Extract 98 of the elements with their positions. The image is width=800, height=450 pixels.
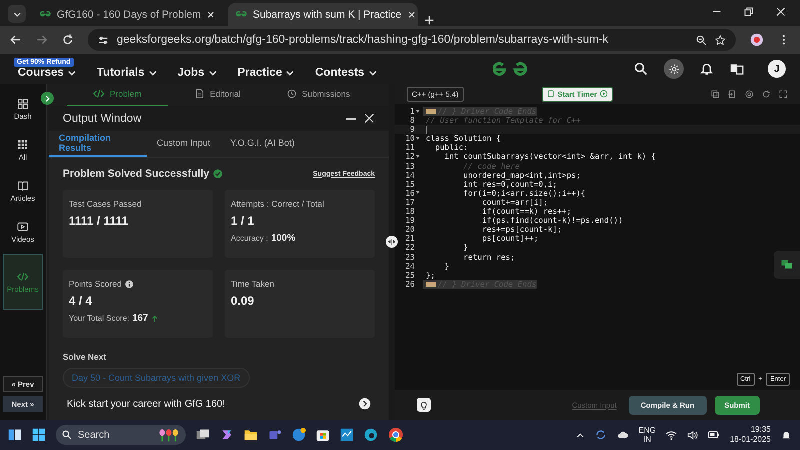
promo-text: Kick start your career with GfG 160!	[67, 398, 226, 410]
browser-tab[interactable]: Subarrays with sum K | Practice	[228, 3, 418, 26]
address-bar[interactable]: geeksforgeeks.org/batch/gfg-160-problems/track/hashing-gfg-160/problem/subarrays-with-sum-k	[88, 29, 736, 51]
section-heading: Solve Next	[62, 351, 108, 364]
restore-icon	[744, 6, 754, 16]
note-label: Accuracy :	[231, 234, 268, 243]
volume-icon	[687, 430, 698, 440]
output-tab[interactable]: Compilation Results	[49, 131, 147, 157]
start-icon	[32, 428, 46, 442]
card-value: 1111 / 1111	[69, 214, 130, 228]
card-label: Attempts : Correct / Total	[231, 199, 324, 209]
translate-icon	[730, 62, 744, 76]
close-icon	[776, 6, 786, 16]
code-icon	[17, 270, 29, 282]
folder-icon	[244, 428, 258, 442]
chat-icon	[781, 259, 793, 271]
import-icon	[728, 90, 737, 98]
close-icon	[364, 113, 375, 124]
lightbulb-icon	[419, 400, 429, 410]
tab-search-button[interactable]	[8, 5, 26, 23]
hint-button[interactable]	[417, 398, 431, 412]
window-title: Output Window	[63, 112, 142, 124]
task-view-icon	[196, 428, 210, 442]
sync-icon	[594, 429, 607, 441]
profile-avatar-icon	[750, 33, 764, 47]
card-label: Test Cases Passed	[69, 199, 142, 209]
theme-toggle[interactable]	[664, 59, 684, 79]
chat-button[interactable]	[774, 251, 800, 279]
sun-icon	[668, 64, 680, 74]
fold-arrow-icon[interactable]	[416, 154, 420, 160]
card-value: 1 / 1	[231, 214, 256, 228]
chevron-right-icon	[359, 398, 371, 410]
clock-date: 18-01-2025	[730, 435, 771, 445]
taskbar-search[interactable]: Search	[56, 425, 186, 445]
clock-time: 19:35	[750, 425, 771, 435]
play-icon	[600, 90, 608, 98]
back-icon	[10, 34, 22, 46]
nav-menu-item[interactable]: Jobs	[178, 67, 218, 79]
notification-bell-icon	[781, 430, 792, 440]
nav-menu-item[interactable]: Courses	[18, 66, 78, 78]
nav-menu-item[interactable]: Contests	[315, 67, 378, 79]
settings-icon	[745, 90, 754, 98]
reset-icon	[762, 90, 771, 98]
problem-tab[interactable]: Editorial	[168, 83, 268, 107]
chevron-right-icon	[44, 94, 52, 102]
close-icon	[408, 10, 416, 18]
store-icon	[316, 428, 330, 442]
card-label: Time Taken	[231, 279, 274, 289]
copy-icon	[711, 90, 720, 98]
up-arrow-icon	[151, 314, 160, 322]
new-tab-icon	[424, 15, 435, 26]
nav-menu-item[interactable]: Practice	[238, 67, 296, 79]
browser-tab[interactable]: GfG160 - 160 Days of Problem	[32, 3, 222, 26]
user-avatar[interactable]: J	[768, 60, 786, 78]
fold-arrow-icon[interactable]	[416, 108, 420, 115]
site-settings-icon	[98, 34, 109, 46]
star-icon	[715, 34, 726, 46]
battery-icon	[708, 429, 720, 441]
search-icon	[634, 62, 648, 76]
chrome-icon	[388, 427, 404, 443]
widgets-icon	[8, 428, 22, 442]
card-label: Points Scored	[69, 279, 122, 289]
note-value: 100%	[271, 233, 296, 244]
book-icon	[17, 180, 29, 192]
problem-tab[interactable]: Submissions	[268, 83, 370, 107]
app-tile-icon	[340, 428, 354, 442]
wifi-icon	[666, 430, 678, 440]
fullscreen-icon	[779, 90, 788, 98]
nav-menu-item[interactable]: Tutorials	[97, 67, 158, 79]
dashboard-icon	[17, 98, 29, 110]
note-label: Your Total Score:	[69, 314, 130, 323]
card-value: 4 / 4	[69, 294, 94, 308]
output-tab[interactable]: Y.O.G.I. (AI Bot)	[220, 131, 305, 157]
drag-arrows-icon	[388, 238, 396, 246]
forward-icon	[36, 34, 48, 46]
minimize-icon[interactable]	[346, 118, 356, 120]
code-icon	[93, 88, 105, 100]
bell-icon	[700, 62, 714, 76]
output-tab[interactable]: Custom Input	[147, 131, 221, 157]
language-indicator[interactable]: ENG	[638, 426, 656, 435]
info-icon	[124, 280, 134, 288]
reload-icon	[62, 34, 74, 46]
fold-arrow-icon[interactable]	[416, 190, 420, 196]
close-icon	[207, 10, 216, 18]
fold-arrow-icon[interactable]	[416, 136, 420, 142]
clock-icon	[287, 89, 298, 99]
search-icon	[62, 430, 72, 440]
video-icon	[17, 220, 29, 232]
grid-icon	[17, 138, 29, 150]
region-indicator[interactable]: IN	[643, 435, 652, 444]
timer-icon	[546, 90, 555, 98]
card-value: 0.09	[231, 294, 256, 308]
check-circle-icon	[213, 169, 224, 179]
note-value: 167	[132, 313, 148, 324]
cloud-icon	[616, 429, 629, 441]
zoom-icon	[696, 34, 707, 46]
document-icon	[195, 89, 206, 99]
status-message: Problem Solved Successfully	[63, 168, 210, 180]
